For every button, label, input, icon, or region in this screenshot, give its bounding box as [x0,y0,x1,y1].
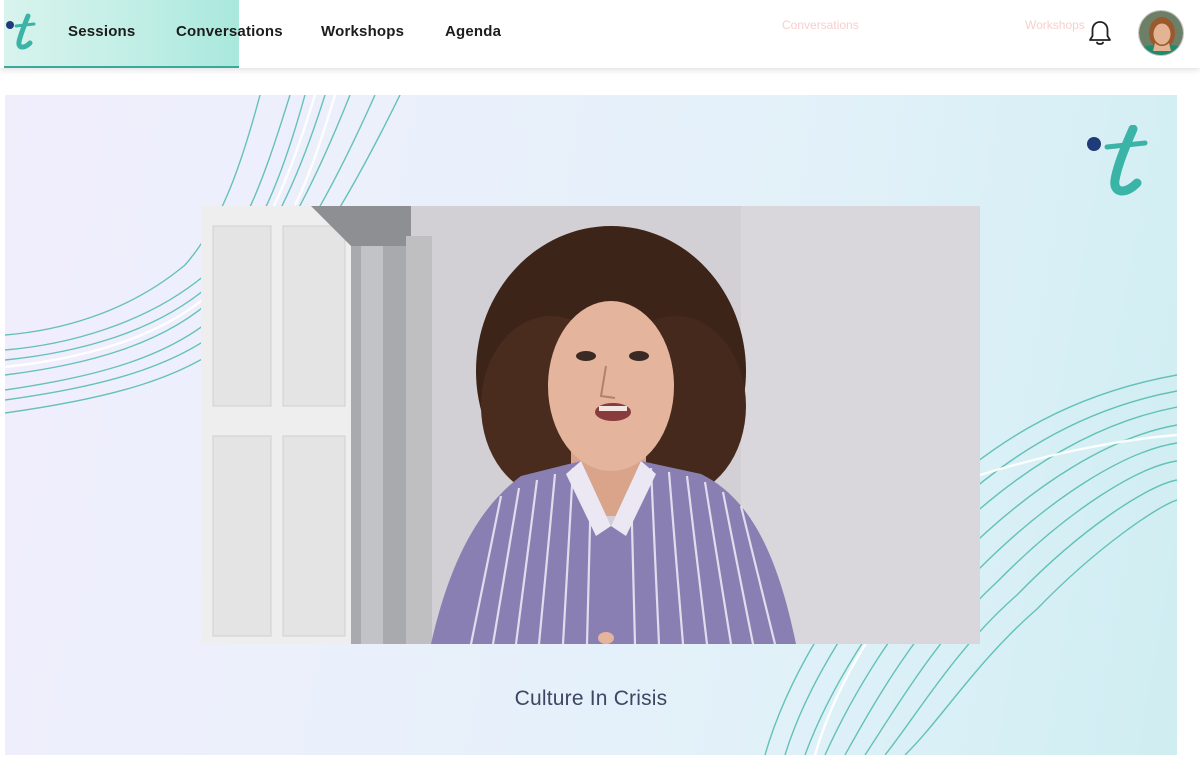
avatar-photo [1139,11,1183,55]
ghost-nav-workshops: Workshops [1025,18,1085,32]
bell-icon[interactable] [1087,19,1113,47]
top-navigation-bar: Sessions Conversations Workshops Agenda … [0,0,1200,68]
speaker-video-frame [201,206,980,644]
nav-workshops[interactable]: Workshops [321,23,404,40]
ghost-nav-conversations: Conversations [782,18,859,32]
avatar[interactable] [1138,10,1184,56]
nav-sessions[interactable]: Sessions [68,23,135,40]
session-title: Culture In Crisis [514,687,668,710]
speaker-video[interactable] [201,206,980,644]
nav-agenda[interactable]: Agenda [445,23,501,40]
t-logo-icon[interactable] [4,12,38,52]
nav-conversations[interactable]: Conversations [176,23,283,40]
t-logo-watermark-icon [1087,125,1148,196]
presentation-stage: Culture In Crisis [5,95,1177,755]
